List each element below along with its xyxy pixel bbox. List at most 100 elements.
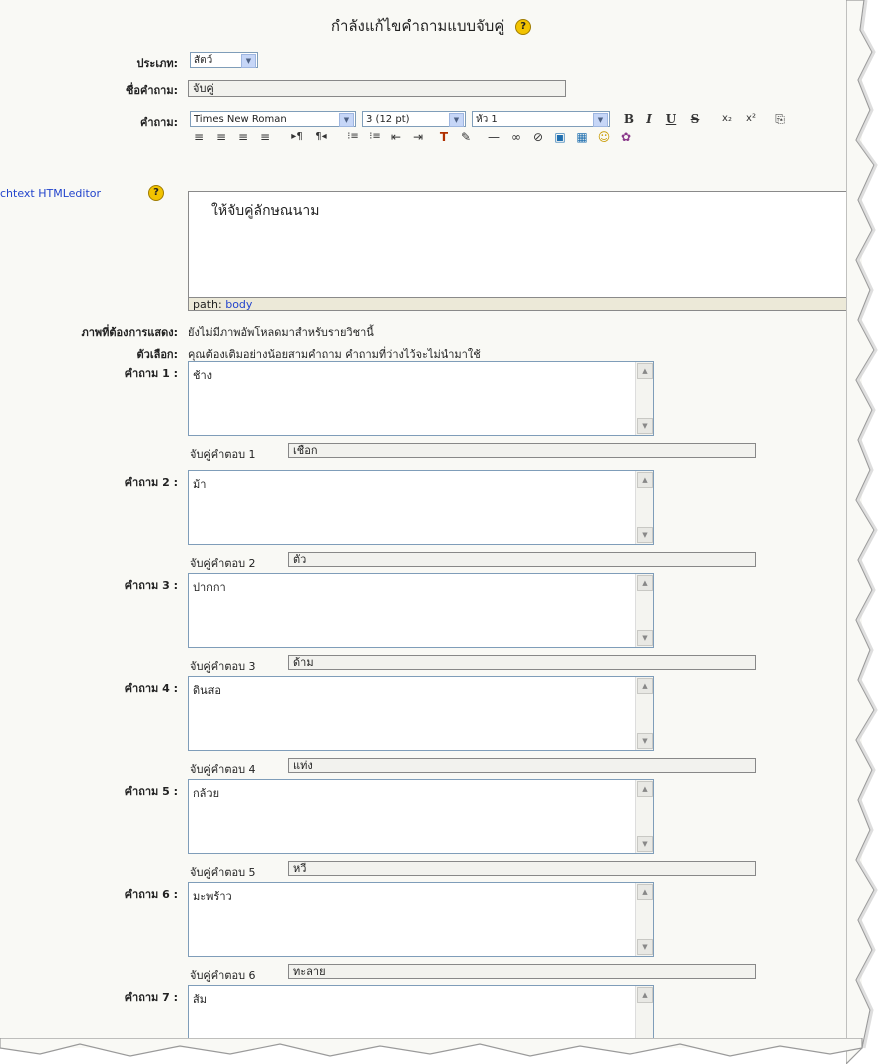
scrollbar[interactable]: ▲▼ — [635, 883, 653, 956]
editor-path-bar: path: body — [188, 297, 852, 311]
size-select[interactable]: 3 (12 pt) ▼ — [362, 111, 466, 127]
answer-5-input[interactable]: หวี — [288, 861, 756, 876]
answer-3-input[interactable]: ด้าม — [288, 655, 756, 670]
font-select[interactable]: Times New Roman ▼ — [190, 111, 356, 127]
size-select-value: 3 (12 pt) — [366, 114, 410, 125]
bold-button[interactable]: B — [622, 112, 636, 126]
answer-2-label: จับคู่คำตอบ 2 — [190, 557, 256, 570]
scroll-up-icon[interactable]: ▲ — [637, 575, 653, 591]
scroll-up-icon[interactable]: ▲ — [637, 884, 653, 900]
question-4-label: คำถาม 4 : — [124, 682, 178, 695]
answer-5-label: จับคู่คำตอบ 5 — [190, 866, 256, 879]
question-2-label: คำถาม 2 : — [124, 476, 178, 489]
chevron-down-icon: ▼ — [241, 54, 256, 68]
question-5-textarea[interactable]: กล้วย ▲ ▼ — [188, 779, 654, 854]
strikethrough-button[interactable]: S — [688, 112, 702, 126]
question-name-input[interactable]: จับคู่ — [188, 80, 566, 97]
chevron-down-icon: ▼ — [449, 113, 464, 127]
subscript-button[interactable]: x₂ — [718, 112, 736, 126]
answer-4-input[interactable]: แท่ง — [288, 758, 756, 773]
answer-6-label: จับคู่คำตอบ 6 — [190, 969, 256, 982]
question-5-label: คำถาม 5 : — [124, 785, 178, 798]
align-center-button[interactable]: ≡ — [214, 130, 228, 144]
link-button[interactable]: ∞ — [508, 130, 524, 144]
question-7-label: คำถาม 7 : — [124, 991, 178, 1004]
question-6-label: คำถาม 6 : — [124, 888, 178, 901]
question-text-content: ให้จับคู่ลักษณนาม — [211, 203, 320, 219]
answer-6-input[interactable]: ทะลาย — [288, 964, 756, 979]
smiley-button[interactable]: ☺ — [596, 130, 612, 144]
underline-button[interactable]: U — [664, 112, 678, 126]
scroll-down-icon[interactable]: ▼ — [637, 939, 653, 955]
question-6-textarea[interactable]: มะพร้าว ▲ ▼ — [188, 882, 654, 957]
rtl-button[interactable]: ¶◂ — [312, 130, 330, 144]
justify-button[interactable]: ≡ — [258, 130, 272, 144]
style-select[interactable]: หัว 1 ▼ — [472, 111, 610, 127]
scroll-up-icon[interactable]: ▲ — [637, 987, 653, 1003]
question-2-textarea[interactable]: ม้า ▲ ▼ — [188, 470, 654, 545]
question-text-editor[interactable]: ให้จับคู่ลักษณนาม — [188, 191, 854, 311]
scroll-down-icon[interactable]: ▼ — [637, 630, 653, 646]
question-3-textarea[interactable]: ปากกา ▲ ▼ — [188, 573, 654, 648]
copy-button[interactable]: ⎘ — [772, 112, 788, 126]
ordered-list-button[interactable]: ⁝≡ — [344, 130, 362, 144]
scroll-up-icon[interactable]: ▲ — [637, 781, 653, 797]
superscript-button[interactable]: x² — [742, 112, 760, 126]
special-char-button[interactable]: ✿ — [618, 130, 634, 144]
table-button[interactable]: ▦ — [574, 130, 590, 144]
outdent-button[interactable]: ⇤ — [388, 130, 404, 144]
align-right-button[interactable]: ≡ — [236, 130, 250, 144]
style-select-value: หัว 1 — [476, 114, 498, 125]
help-icon[interactable]: ? — [515, 18, 532, 35]
image-button[interactable]: ▣ — [552, 130, 568, 144]
italic-button[interactable]: I — [642, 112, 656, 126]
scroll-up-icon[interactable]: ▲ — [637, 363, 653, 379]
question-4-textarea[interactable]: ดินสอ ▲ ▼ — [188, 676, 654, 751]
horizontal-rule-button[interactable]: — — [486, 130, 502, 144]
indent-button[interactable]: ⇥ — [410, 130, 426, 144]
question-7-text: ส้ม — [193, 993, 207, 1006]
ltr-button[interactable]: ▸¶ — [288, 130, 306, 144]
page-title-text: กำลังแก้ไขคำถามแบบจับคู่ — [330, 17, 505, 35]
answer-1-input[interactable]: เชือก — [288, 443, 756, 458]
question-name-label: ชื่อคำถาม: — [125, 84, 178, 97]
scroll-down-icon[interactable]: ▼ — [637, 733, 653, 749]
question-5-text: กล้วย — [193, 787, 220, 800]
question-3-label: คำถาม 3 : — [124, 579, 178, 592]
answer-2-input[interactable]: ตัว — [288, 552, 756, 567]
category-label: ประเภท: — [136, 57, 178, 70]
category-select[interactable]: สัตว์ ▼ — [190, 52, 258, 68]
help-icon[interactable]: ? — [148, 185, 164, 201]
question-6-text: มะพร้าว — [193, 890, 232, 903]
category-value: สัตว์ — [194, 55, 213, 66]
path-value[interactable]: body — [225, 298, 252, 311]
unordered-list-button[interactable]: ⁝≡ — [366, 130, 384, 144]
scrollbar[interactable]: ▲▼ — [635, 362, 653, 435]
scroll-down-icon[interactable]: ▼ — [637, 836, 653, 852]
question-1-text: ช้าง — [193, 369, 213, 382]
page-title: กำลังแก้ไขคำถามแบบจับคู่ ? — [0, 14, 862, 38]
html-editor-link[interactable]: chtext HTMLeditor — [0, 187, 101, 200]
image-value: ยังไม่มีภาพอัพโหลดมาสำหรับรายวิชานี้ — [188, 326, 374, 339]
path-label: path: — [193, 298, 222, 311]
question-1-textarea[interactable]: ช้าง ▲ ▼ — [188, 361, 654, 436]
question-1-label: คำถาม 1 : — [124, 367, 178, 380]
text-color-button[interactable]: T — [436, 130, 452, 144]
form-page: กำลังแก้ไขคำถามแบบจับคู่ ? ประเภท: สัตว์… — [0, 0, 862, 1048]
scroll-down-icon[interactable]: ▼ — [637, 418, 653, 434]
scroll-down-icon[interactable]: ▼ — [637, 527, 653, 543]
scrollbar[interactable]: ▲▼ — [635, 780, 653, 853]
scroll-up-icon[interactable]: ▲ — [637, 472, 653, 488]
align-left-button[interactable]: ≡ — [192, 130, 206, 144]
scrollbar[interactable]: ▲▼ — [635, 677, 653, 750]
question-2-text: ม้า — [193, 478, 207, 491]
bg-color-button[interactable]: ✎ — [458, 130, 474, 144]
torn-edge-right — [846, 0, 878, 1064]
answer-4-label: จับคู่คำตอบ 4 — [190, 763, 256, 776]
scrollbar[interactable]: ▲▼ — [635, 574, 653, 647]
chevron-down-icon: ▼ — [339, 113, 354, 127]
scrollbar[interactable]: ▲▼ — [635, 471, 653, 544]
answer-3-label: จับคู่คำตอบ 3 — [190, 660, 256, 673]
unlink-button[interactable]: ⊘ — [530, 130, 546, 144]
scroll-up-icon[interactable]: ▲ — [637, 678, 653, 694]
